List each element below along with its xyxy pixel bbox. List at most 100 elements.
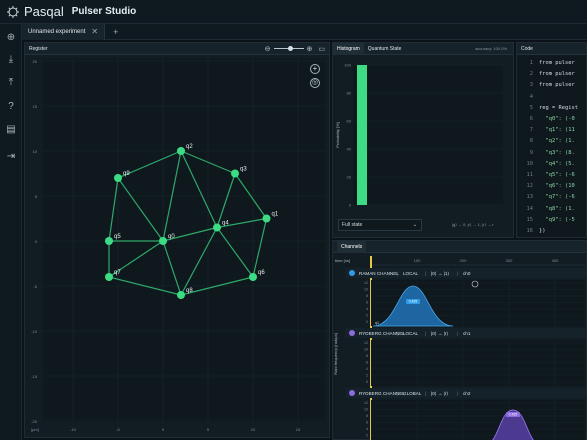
zoom-in-icon[interactable]: ⊕: [307, 45, 313, 53]
line-number: 15: [526, 216, 534, 223]
time-tick-label: 300: [506, 258, 513, 263]
line-number: 3: [529, 82, 533, 89]
atom-label: q4: [222, 221, 229, 227]
download-icon[interactable]: ⤓: [5, 54, 17, 66]
histogram-header: Histogram Quantum State accuracy: 100.0%: [333, 42, 513, 55]
separator: |: [457, 331, 458, 336]
atom-label: q9: [123, 171, 130, 177]
code-line: from pulser: [539, 60, 575, 66]
y-tick-label: 6: [366, 421, 368, 425]
atom-label: q5: [114, 234, 121, 240]
upload-icon[interactable]: ⤒: [5, 77, 17, 89]
code-title: Code: [521, 45, 533, 52]
line-number: 9: [529, 149, 533, 156]
atom-marker: [177, 147, 185, 155]
fit-view-icon[interactable]: ▭: [318, 45, 325, 53]
y-tick-label: 2: [366, 434, 368, 438]
title-bar: Pasqal Pulser Studio: [0, 0, 587, 24]
y-tick-label: 0: [349, 203, 352, 208]
tab-experiment[interactable]: Unnamed experiment ✕: [22, 23, 106, 40]
channel-scope: LOCAL: [403, 271, 419, 276]
y-tick-label: 10: [364, 288, 368, 292]
time-tick-label: 100: [414, 258, 421, 263]
zoom-slider[interactable]: [273, 46, 304, 51]
exit-icon[interactable]: ⇥: [5, 151, 17, 163]
document-icon[interactable]: ▤: [5, 124, 17, 136]
state-select[interactable]: Full state ⌄: [338, 219, 422, 231]
line-number: 11: [526, 172, 534, 178]
time-tick-label: 200: [460, 258, 467, 263]
product-name: Pulser Studio: [71, 6, 137, 17]
channel-dot: [349, 390, 355, 396]
channels-panel: Channels time [ns]0100200300400Rabi freq…: [332, 240, 587, 440]
y-tick-label: 15: [33, 104, 38, 109]
channel-basis: |0⟩ → |r⟩: [431, 391, 448, 396]
channel-id: ch1: [463, 331, 471, 336]
new-file-icon[interactable]: ⊕: [5, 32, 17, 44]
channel-row: RAMAN CHANNEL| LOCAL | |0⟩ → |1⟩ | ch01210864…: [345, 268, 586, 327]
code-line: from pulser: [539, 82, 575, 89]
tab-quantum-state[interactable]: Quantum State: [364, 43, 406, 55]
separator: |: [425, 391, 426, 396]
add-tab-icon[interactable]: +: [113, 27, 118, 37]
register-plot: 20 15 10 5 0 -5 -10 -15 -20 -10 -5 0 5 10 15 [µm] q0 q1 q2…: [31, 58, 325, 432]
code-line: reg = Regist: [539, 104, 578, 111]
y-tick-label: 80: [347, 91, 352, 96]
line-number: 13: [526, 194, 534, 201]
atom-label: q3: [240, 167, 247, 173]
code-line: "q8": (1.: [539, 205, 575, 212]
x-tick-label: 0: [162, 427, 165, 432]
channel-plot-area: [371, 340, 585, 386]
channel-id: ch0: [463, 271, 471, 276]
channel-dot: [349, 330, 355, 336]
brand-name: Pasqal: [24, 4, 64, 19]
code-line: from pulser: [539, 71, 575, 78]
y-tick-label: 5: [35, 194, 38, 199]
settings-button[interactable]: ◎: [310, 78, 320, 88]
y-tick-label: -10: [31, 329, 38, 334]
y-tick-label: 4: [366, 367, 368, 371]
y-tick-label: 4: [366, 427, 368, 431]
y-tick-label: 100: [344, 63, 351, 68]
code-header: Code: [517, 43, 586, 55]
register-panel: Register ⊖ ⊕ ▭ 20 15 10 5 0 -5 -10 -15 -20 -10 -5 0…: [24, 42, 330, 438]
line-number: 8: [529, 138, 533, 145]
zoom-out-icon[interactable]: ⊖: [265, 45, 271, 53]
add-atom-button[interactable]: +: [310, 64, 320, 74]
atom-marker: [105, 237, 113, 245]
atom-marker: [114, 174, 122, 182]
y-tick-label: -20: [31, 419, 38, 424]
atom-marker: [159, 237, 167, 245]
x-tick-label: 10: [251, 427, 256, 432]
channel-name: RYDBERG CHANNEL: [359, 331, 405, 336]
code-line: }): [539, 228, 546, 234]
y-tick-label: 8: [366, 294, 368, 298]
y-tick-label: 12: [364, 281, 368, 285]
line-number: 16: [526, 228, 534, 234]
y-tick-label: 0: [366, 380, 368, 384]
zoom-slider-handle[interactable]: [287, 46, 293, 51]
tab-histogram[interactable]: Histogram: [333, 42, 364, 55]
basis-legend: |g⟩ → 0, |r⟩ → 1, |r⟩ → r: [452, 222, 494, 227]
accuracy-label: accuracy: 100.0%: [475, 46, 507, 51]
histogram-panel: Histogram Quantum State accuracy: 100.0%…: [332, 42, 514, 238]
help-icon[interactable]: ?: [5, 101, 17, 113]
y-tick-label: 0: [35, 239, 38, 244]
x-tick-label: -10: [70, 427, 77, 432]
channel-id: ch2: [463, 391, 471, 396]
channel-row: RYDBERG CHANNEL| LOCAL | |0⟩ → |r⟩ | ch112108…: [345, 328, 586, 386]
y-tick-label: 4: [366, 307, 368, 311]
atom-label: q0: [168, 234, 175, 240]
line-number: 10: [526, 160, 534, 167]
separator: |: [425, 271, 426, 276]
atom-marker: [231, 169, 239, 178]
channel-basis: |0⟩ → |r⟩: [431, 331, 448, 336]
code-line: "q3": (8.: [539, 149, 575, 156]
atom-marker: [262, 214, 271, 223]
register-title: Register: [29, 45, 48, 52]
y-axis-label: Probability [%]: [335, 122, 340, 148]
code-line: "q2": (1.: [539, 138, 575, 145]
code-line: "q9": (-5: [539, 216, 575, 223]
code-editor[interactable]: 1 from pulser 2 from pulser 3 from pulser 4 5 re…: [517, 57, 587, 237]
close-icon[interactable]: ✕: [91, 27, 98, 36]
